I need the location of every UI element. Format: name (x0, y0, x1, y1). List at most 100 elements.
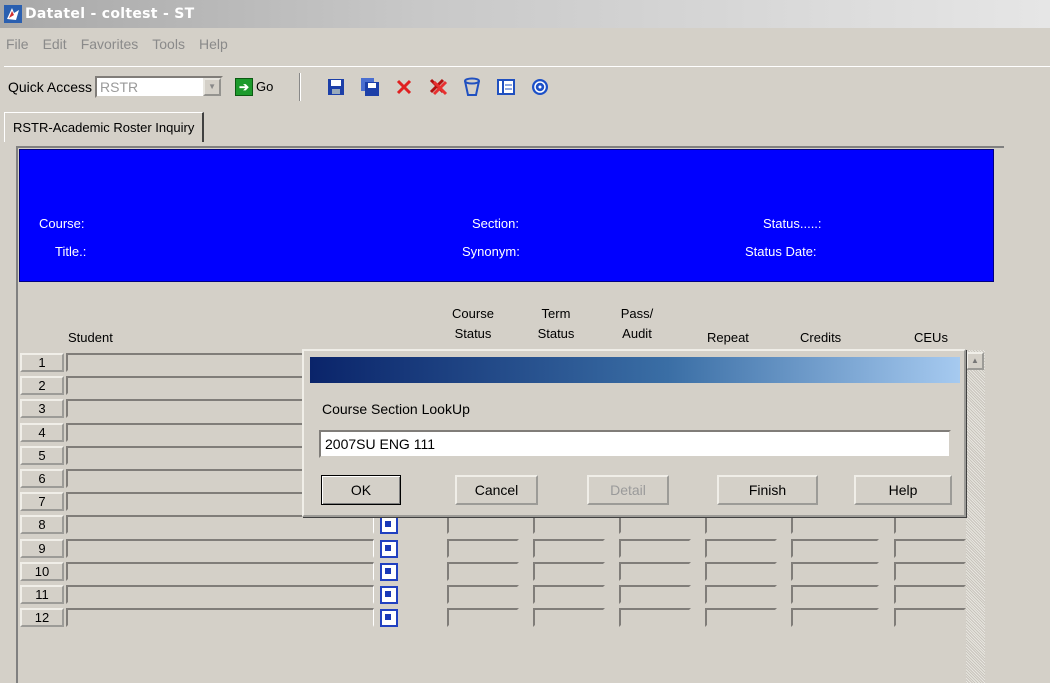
detail-lookup-icon[interactable] (380, 562, 398, 581)
roster-cell[interactable] (533, 608, 605, 628)
title-label: Title.: (55, 244, 87, 259)
col-pass-audit-line1: Pass/ (620, 306, 654, 321)
menu-file[interactable]: File (4, 36, 31, 52)
student-field[interactable] (66, 538, 374, 558)
roster-cell[interactable] (705, 561, 777, 581)
col-pass-audit-line2: Audit (622, 326, 652, 341)
section-label: Section: (472, 216, 519, 231)
save-all-icon[interactable] (359, 76, 381, 98)
tab-rstr[interactable]: RSTR-Academic Roster Inquiry (4, 112, 205, 142)
delete-icon[interactable] (461, 76, 483, 98)
roster-cell[interactable] (894, 538, 966, 558)
roster-cell[interactable] (619, 561, 691, 581)
row-number-button[interactable]: 11 (20, 585, 64, 604)
menu-help[interactable]: Help (197, 36, 230, 52)
roster-cell[interactable] (447, 561, 519, 581)
quick-access-combo[interactable]: ▼ (95, 75, 224, 98)
quick-access-input[interactable] (97, 77, 198, 96)
save-icon[interactable] (325, 76, 347, 98)
dialog-title-bar (310, 357, 960, 383)
scroll-up-arrow-icon[interactable]: ▲ (966, 352, 984, 370)
quick-access-label: Quick Access (8, 78, 93, 95)
roster-cell[interactable] (894, 515, 966, 535)
course-label: Course: (39, 216, 85, 231)
detail-lookup-icon[interactable] (380, 516, 398, 535)
roster-cell[interactable] (791, 515, 879, 535)
student-field[interactable] (66, 608, 374, 628)
roster-cell[interactable] (533, 561, 605, 581)
col-pass-audit: Pass/ Audit (612, 304, 662, 344)
col-term-status-line2: Status (537, 326, 575, 341)
roster-cell[interactable] (791, 561, 879, 581)
title-bar: Datatel - coltest - ST (0, 0, 1050, 28)
student-field[interactable] (66, 561, 374, 581)
cancel-icon[interactable] (393, 76, 415, 98)
row-number-button[interactable]: 1 (20, 353, 64, 372)
col-credits: Credits (800, 330, 842, 345)
roster-cell[interactable] (447, 538, 519, 558)
row-number-button[interactable]: 4 (20, 422, 64, 442)
detail-lookup-icon[interactable] (380, 586, 398, 604)
roster-cell[interactable] (791, 585, 879, 604)
ok-button[interactable]: OK (321, 475, 401, 505)
roster-cell[interactable] (705, 585, 777, 604)
row-number-button[interactable]: 10 (20, 561, 64, 581)
roster-cell[interactable] (894, 561, 966, 581)
window-title: Datatel - coltest - ST (25, 6, 195, 22)
cancel-button[interactable]: Cancel (455, 475, 538, 505)
roster-cell[interactable] (447, 608, 519, 628)
chevron-down-icon[interactable]: ▼ (203, 77, 222, 96)
row-number-button[interactable]: 3 (20, 399, 64, 419)
student-field[interactable] (66, 585, 374, 604)
vertical-scrollbar[interactable] (966, 350, 985, 683)
roster-cell[interactable] (533, 585, 605, 604)
col-course-status-line2: Status (454, 326, 492, 341)
help-icon[interactable] (529, 76, 551, 98)
row-number-button[interactable]: 12 (20, 608, 64, 628)
menu-favorites[interactable]: Favorites (79, 36, 141, 52)
go-button[interactable]: ➔ Go (235, 77, 273, 96)
detail-lookup-icon[interactable] (380, 609, 398, 628)
roster-cell[interactable] (533, 515, 605, 535)
roster-cell[interactable] (791, 608, 879, 628)
row-number-button[interactable]: 9 (20, 538, 64, 558)
roster-cell[interactable] (791, 538, 879, 558)
form-view-icon[interactable] (495, 76, 517, 98)
roster-cell[interactable] (894, 608, 966, 628)
row-number-button[interactable]: 2 (20, 376, 64, 396)
roster-cell[interactable] (619, 585, 691, 604)
col-course-status-line1: Course (452, 306, 494, 321)
col-term-status-line1: Term (541, 306, 571, 321)
col-course-status: Course Status (448, 304, 498, 344)
cancel-all-icon[interactable] (427, 76, 449, 98)
roster-cell[interactable] (619, 538, 691, 558)
roster-cell[interactable] (447, 515, 519, 535)
detail-lookup-icon[interactable] (380, 539, 398, 558)
row-number-button[interactable]: 5 (20, 445, 64, 465)
help-button[interactable]: Help (854, 475, 952, 505)
roster-cell[interactable] (894, 585, 966, 604)
tab-strip: RSTR-Academic Roster Inquiry (0, 108, 1050, 142)
roster-cell[interactable] (705, 608, 777, 628)
course-section-input[interactable] (319, 430, 951, 458)
menu-tools[interactable]: Tools (150, 36, 187, 52)
menu-edit[interactable]: Edit (41, 36, 69, 52)
roster-cell[interactable] (619, 608, 691, 628)
roster-cell[interactable] (705, 515, 777, 535)
student-field[interactable] (66, 515, 374, 535)
course-header-panel: Course: Title.: Section: Synonym: Status… (19, 149, 994, 282)
datatel-app-icon (4, 5, 22, 23)
row-number-button[interactable]: 8 (20, 515, 64, 535)
roster-cell[interactable] (619, 515, 691, 535)
col-ceus: CEUs (914, 330, 948, 345)
roster-cell[interactable] (447, 585, 519, 604)
finish-button[interactable]: Finish (717, 475, 818, 505)
toolbar: Quick Access ▼ ➔ Go (4, 66, 1050, 106)
row-number-button[interactable]: 7 (20, 492, 64, 512)
detail-button: Detail (587, 475, 669, 505)
roster-cell[interactable] (533, 538, 605, 558)
status-label: Status.....: (763, 216, 822, 231)
roster-cell[interactable] (705, 538, 777, 558)
row-number-button[interactable]: 6 (20, 469, 64, 488)
dialog-label: Course Section LookUp (322, 401, 470, 417)
